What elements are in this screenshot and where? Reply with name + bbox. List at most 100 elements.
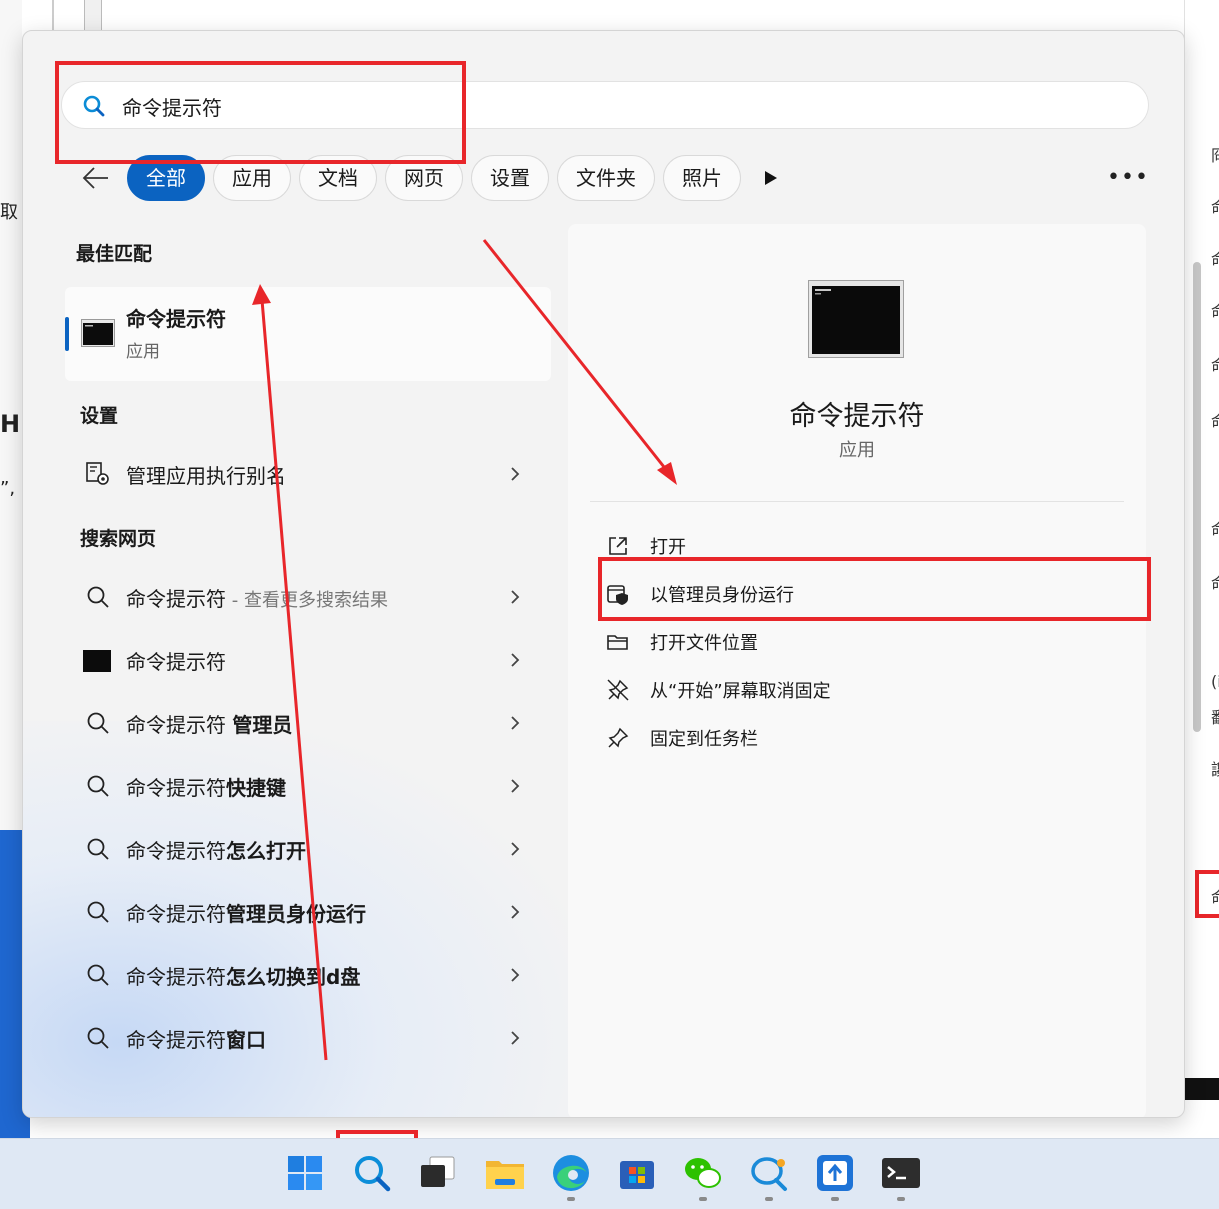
web-result-query: 命令提示符	[126, 902, 226, 926]
store-icon[interactable]	[615, 1151, 659, 1195]
background-text-fragment: 鄱	[1211, 704, 1219, 726]
running-indicator	[897, 1197, 905, 1201]
background-scrollbar[interactable]	[1193, 262, 1201, 732]
more-options-button[interactable]: •••	[1107, 165, 1148, 191]
play-icon[interactable]	[763, 169, 779, 187]
web-result-suggestion: 快捷键	[226, 776, 286, 800]
web-result-label: 命令提示符怎么切换到d盘	[126, 961, 360, 990]
best-match-card[interactable]: 命令提示符 应用	[65, 287, 551, 381]
arrow-left-icon[interactable]	[79, 161, 113, 195]
settings-item-label: 管理应用执行别名	[126, 464, 286, 488]
chevron-right-icon	[511, 716, 520, 730]
web-result-label: 命令提示符 管理员	[126, 709, 292, 738]
background-text-fragment: 命	[1211, 298, 1219, 320]
background-text-fragment: 命	[1211, 352, 1219, 374]
cmd-icon	[808, 280, 904, 358]
filter-chip-settings[interactable]: 设置	[471, 155, 549, 201]
search-icon	[87, 775, 109, 797]
search-icon	[87, 586, 109, 608]
detail-divider	[590, 501, 1124, 502]
action-label: 打开	[650, 537, 686, 558]
action-pin-to-taskbar[interactable]: 固定到任务栏	[606, 718, 1106, 758]
background-text-fragment: 命	[1211, 194, 1219, 216]
best-match-title: 最佳匹配	[76, 243, 153, 265]
upload-app-icon[interactable]	[813, 1151, 857, 1195]
background-text-fragment: ”,	[0, 478, 16, 499]
file-explorer-icon[interactable]	[483, 1151, 527, 1195]
web-result-query: 命令提示符	[126, 839, 226, 863]
web-result-suggestion: 怎么切换到d盘	[226, 965, 361, 989]
background-text-fragment: 讒	[1211, 756, 1219, 778]
web-result-query: 命令提示符	[126, 587, 226, 611]
chevron-right-icon	[511, 1031, 520, 1045]
web-result-label: 命令提示符管理员身份运行	[126, 898, 366, 927]
best-match-name: 命令提示符	[126, 307, 226, 331]
wechat-icon[interactable]	[681, 1151, 725, 1195]
search-icon	[87, 712, 109, 734]
app-alias-icon	[86, 462, 109, 485]
detail-pane: 命令提示符 应用 打开 以管理员身份运行 打开文件位置 从“开始”屏幕取消固定 …	[568, 224, 1146, 1117]
filter-chip-photos[interactable]: 照片	[663, 155, 741, 201]
filter-chip-folders[interactable]: 文件夹	[557, 155, 655, 201]
search-icon	[87, 1027, 109, 1049]
unpin-icon	[607, 679, 629, 701]
settings-section-title: 设置	[80, 405, 119, 427]
background-text-fragment: 命	[1211, 246, 1219, 268]
chevron-right-icon	[511, 842, 520, 856]
action-label: 固定到任务栏	[650, 729, 758, 750]
background-window	[52, 0, 1212, 32]
open-external-icon	[609, 537, 627, 555]
settings-item[interactable]: 管理应用执行别名	[65, 445, 551, 503]
chat-search-icon[interactable]	[747, 1151, 791, 1195]
web-result-more-hint: - 查看更多搜索结果	[226, 590, 388, 611]
web-result-suggestion: 窗口	[226, 1028, 266, 1052]
search-icon	[87, 901, 109, 923]
chevron-right-icon	[511, 779, 520, 793]
edge-icon[interactable]	[549, 1151, 593, 1195]
web-result-query: 命令提示符	[126, 713, 233, 737]
chevron-right-icon	[511, 590, 520, 604]
windows-start-icon[interactable]	[283, 1151, 327, 1195]
web-result-item[interactable]: 命令提示符窗口	[65, 1009, 551, 1067]
background-window-edge	[84, 0, 102, 32]
web-result-suggestion: 管理员身份运行	[226, 902, 366, 926]
search-icon	[87, 838, 109, 860]
action-unpin-from-start[interactable]: 从“开始”屏幕取消固定	[606, 670, 1106, 710]
web-result-item[interactable]: 命令提示符 管理员	[65, 694, 551, 752]
background-right-window: 冏 命 命 命 命 命 命 命 (i 鄱 讒 命	[1184, 0, 1219, 1100]
web-result-label: 命令提示符 - 查看更多搜索结果	[126, 583, 388, 612]
background-dark-bar	[1185, 1078, 1219, 1100]
background-text-fragment: (i	[1211, 672, 1219, 691]
web-result-item[interactable]: 命令提示符 - 查看更多搜索结果	[65, 568, 551, 626]
chevron-right-icon	[511, 968, 520, 982]
pin-icon	[608, 727, 629, 748]
best-match-type: 应用	[126, 342, 160, 362]
action-open-file-location[interactable]: 打开文件位置	[606, 622, 1106, 662]
web-result-label: 命令提示符快捷键	[126, 772, 286, 801]
web-result-query: 命令提示符	[126, 776, 226, 800]
running-indicator	[699, 1197, 707, 1201]
web-result-item[interactable]: 命令提示符怎么打开	[65, 820, 551, 878]
web-result-query: 命令提示符	[126, 1028, 226, 1052]
detail-app-type: 应用	[839, 440, 875, 461]
web-result-item[interactable]: 命令提示符	[65, 631, 551, 689]
web-result-label: 命令提示符窗口	[126, 1024, 266, 1053]
action-label: 打开文件位置	[650, 633, 758, 654]
background-annotation-box	[1195, 870, 1219, 918]
background-text-fragment: H	[0, 410, 21, 438]
background-text-fragment: 取	[0, 202, 18, 223]
selection-indicator	[65, 317, 69, 351]
web-result-item[interactable]: 命令提示符快捷键	[65, 757, 551, 815]
search-web-title: 搜索网页	[80, 528, 157, 550]
background-text-fragment: 命	[1211, 516, 1219, 538]
web-result-item[interactable]: 命令提示符怎么切换到d盘	[65, 946, 551, 1004]
web-result-label: 命令提示符怎么打开	[126, 835, 306, 864]
search-icon[interactable]	[350, 1151, 394, 1195]
terminal-icon[interactable]	[879, 1151, 923, 1195]
task-view-icon[interactable]	[416, 1151, 460, 1195]
run-as-admin-highlight-box	[598, 557, 1151, 621]
search-highlight-box	[55, 61, 466, 164]
web-result-item[interactable]: 命令提示符管理员身份运行	[65, 883, 551, 941]
detail-app-title: 命令提示符	[789, 401, 925, 432]
background-text-fragment: 命	[1211, 570, 1219, 592]
